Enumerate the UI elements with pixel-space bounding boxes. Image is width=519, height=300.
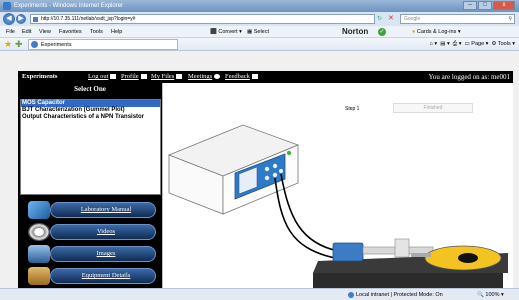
profile-label: Profile [121,73,139,80]
zone-label: Local intranet | Protected Mode: On [356,292,443,298]
maximize-button[interactable]: □ [478,1,492,10]
experiments-nav-bar: Experiments Log out Profile My Files Mee… [18,71,513,83]
left-panel: Select One MOS Capacitor BJT Characteriz… [18,83,162,288]
film-reel-icon [28,223,50,241]
equipment-details-button[interactable]: Equipment Details [28,267,156,285]
menu-help[interactable]: Help [111,26,122,38]
minimize-button[interactable]: – [463,1,477,10]
convert-label: Convert [218,29,238,35]
laboratory-manual-label: Laboratory Manual [80,206,132,213]
folder-icon [28,267,50,285]
add-favorites-icon[interactable]: ✚ [15,39,23,50]
cards-logins-button[interactable]: ● Cards & Log-ins ▾ [412,26,461,38]
feeds-icon[interactable]: ▤ ▾ [440,41,450,47]
logout-icon [110,74,117,80]
window-controls: – □ x [463,1,515,10]
select-icon: ▦ [247,29,253,35]
select-one-heading: Select One [74,85,106,93]
menu-file[interactable]: File [6,26,15,38]
probe-station-illustration [313,238,508,288]
book-icon [28,201,50,219]
stop-icon[interactable]: ✕ [388,14,398,24]
close-button[interactable]: x [493,1,515,10]
equipment-illustration [167,124,508,288]
menu-edit[interactable]: Edit [22,26,31,38]
page-content: Experiments Log out Profile My Files Mee… [0,51,519,288]
select-button[interactable]: ▦ Select [247,26,269,38]
zoom-control[interactable]: 🔍 100% ▾ [477,289,504,300]
search-placeholder: Google [404,16,421,22]
search-input[interactable]: Google ⚲ [400,14,515,24]
zone-status: Local intranet | Protected Mode: On [348,289,443,300]
convert-icon: ⬛ [210,29,217,35]
feedback-link[interactable]: Feedback [225,71,258,83]
logged-on-text: You are logged on as: me001 [428,73,510,81]
window-titlebar: Experiments - Windows Internet Explorer … [0,0,519,12]
meetings-label: Meetings [188,73,213,80]
status-bar: Local intranet | Protected Mode: On 🔍 10… [0,288,519,300]
print-icon[interactable]: ⎙ ▾ [453,41,462,47]
profile-icon [140,74,147,80]
ie-icon [3,2,11,10]
menu-tools[interactable]: Tools [90,26,103,38]
menu-bar: File Edit View Favorites Tools Help ⬛ Co… [0,26,519,38]
profile-link[interactable]: Profile [121,71,147,83]
experiment-list[interactable]: MOS Capacitor BJT Characterization (Gumm… [20,99,161,195]
menu-view[interactable]: View [39,26,51,38]
logout-link[interactable]: Log out [88,71,117,83]
tab-label: Experiments [41,42,72,48]
myfiles-icon [176,74,183,80]
page-menu[interactable]: ▭ Page ▾ [465,41,489,47]
laboratory-manual-button[interactable]: Laboratory Manual [28,201,156,219]
list-item[interactable]: MOS Capacitor [21,100,160,107]
page-menu-label: Page [471,41,485,47]
logout-label: Log out [88,73,109,80]
menu-favorites[interactable]: Favorites [59,26,82,38]
list-item[interactable]: Output Characteristics of a NPN Transist… [21,114,160,121]
convert-button[interactable]: ⬛ Convert ▾ [210,26,242,38]
norton-toolbar-label[interactable]: Norton [342,26,368,38]
zoom-icon: 🔍 [477,292,484,298]
list-item[interactable]: BJT Characterization (Gummel Plot) [21,107,160,114]
nav-title: Experiments [22,73,58,80]
forward-button[interactable]: ▶ [16,14,26,24]
meetings-link[interactable]: Meetings [188,71,221,83]
feedback-icon [251,74,258,80]
videos-button[interactable]: Videos [28,223,156,241]
tools-menu[interactable]: ⚙ Tools ▾ [492,41,516,47]
tab-experiments[interactable]: Experiments [28,39,178,50]
url-field[interactable]: http://10.7.35.111/netlab/vsdt_jsp?login… [30,14,375,24]
cards-icon: ● [412,29,416,35]
home-icon[interactable]: ⌂ ▾ [430,41,438,47]
tools-menu-label: Tools [497,41,511,47]
ie-icon [31,41,38,48]
feedback-label: Feedback [225,73,250,80]
command-bar: ⌂ ▾ ▤ ▾ ⎙ ▾ ▭ Page ▾ ⚙ Tools ▾ [430,38,515,51]
myfiles-label: My Files [151,73,175,80]
meetings-icon [214,74,221,80]
zoom-value: 100% [485,292,500,298]
search-icon[interactable]: ⚲ [508,15,512,24]
images-label: Images [96,250,116,257]
select-label: Select [253,29,270,35]
address-bar: ◀ ▶ http://10.7.35.111/netlab/vsdt_jsp?l… [0,12,519,26]
check-icon: ✓ [378,28,386,36]
globe-icon [348,291,354,298]
equipment-details-label: Equipment Details [81,272,131,279]
camera-icon [28,245,50,263]
favorites-bar: ★ ✚ Experiments ⌂ ▾ ▤ ▾ ⎙ ▾ ▭ Page ▾ ⚙ T… [0,38,519,51]
images-button[interactable]: Images [28,245,156,263]
videos-label: Videos [96,228,116,235]
myfiles-link[interactable]: My Files [151,71,183,83]
back-button[interactable]: ◀ [3,13,15,25]
cards-label: Cards & Log-ins [416,29,457,35]
favorites-star-icon[interactable]: ★ [4,39,12,50]
experiment-view: Step 1 Finished [162,83,513,288]
window-title: Experiments - Windows Internet Explorer [14,3,124,9]
